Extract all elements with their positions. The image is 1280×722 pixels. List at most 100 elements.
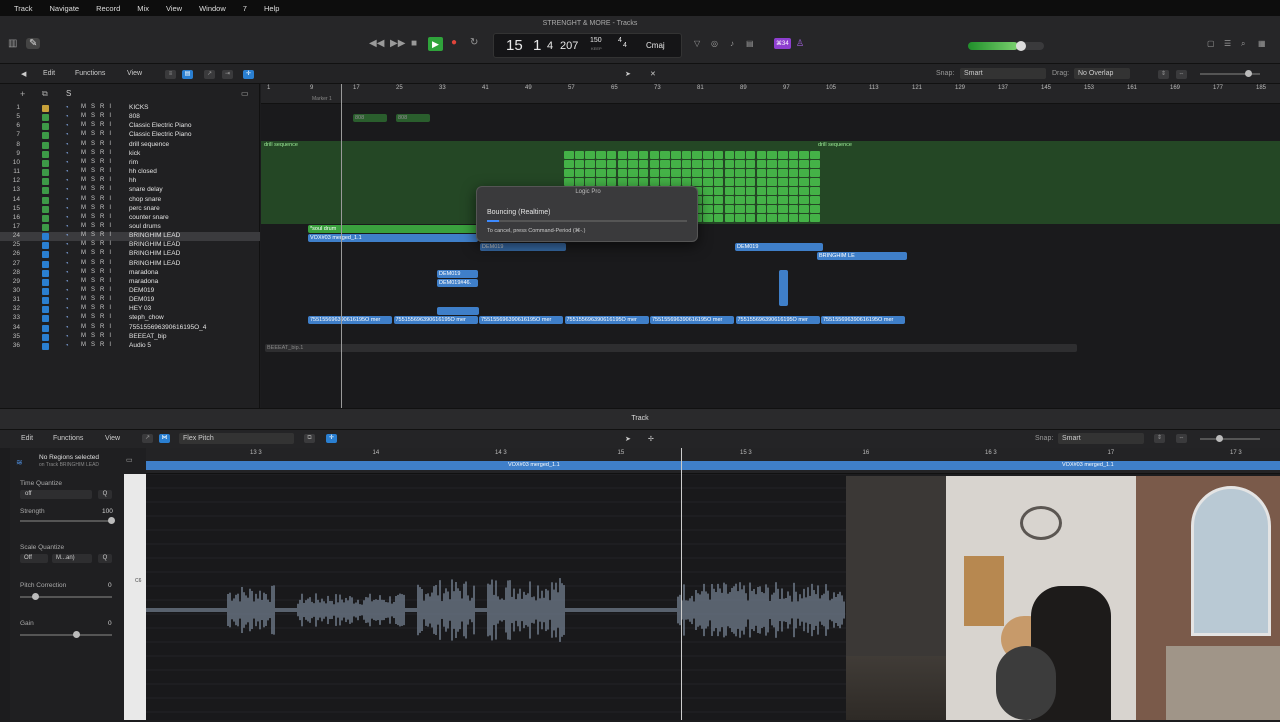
drill-pattern-cell[interactable] [756, 196, 767, 204]
drill-pattern-cell[interactable] [799, 151, 809, 159]
drill-pattern-cell[interactable] [703, 187, 713, 195]
drill-pattern-cell[interactable] [596, 169, 606, 177]
drill-pattern-cell[interactable] [745, 214, 756, 222]
track-name[interactable]: KICKS [129, 104, 149, 111]
drill-pattern-cell[interactable] [660, 178, 670, 186]
global-solo-icon[interactable]: S [66, 89, 71, 98]
flex-pitch-editor[interactable] [145, 448, 846, 720]
drill-pattern-cell[interactable] [788, 205, 799, 213]
region-steph-chow[interactable]: 755155696390616195O mer [479, 316, 563, 324]
region-808-a[interactable]: 808 [353, 114, 387, 122]
input-monitor-icon[interactable]: ◔ [65, 206, 71, 213]
track-name[interactable]: BRINGHIM LEAD [129, 232, 180, 239]
tuner-icon[interactable]: ♪ [730, 39, 734, 48]
region-vox-merged[interactable]: VOX#03 merged_1.1 [308, 234, 478, 242]
cycle-icon[interactable]: ↻ [470, 37, 478, 48]
drill-pattern-cell[interactable] [596, 160, 606, 168]
drill-pattern-cell[interactable] [810, 160, 820, 168]
input-monitor-icon[interactable]: ◔ [65, 187, 71, 194]
drill-pattern-cell[interactable] [767, 205, 777, 213]
track-msri-buttons[interactable]: MSRI [81, 168, 116, 174]
rewind-icon[interactable]: ◀◀ [369, 38, 384, 49]
drill-pattern-cell[interactable] [649, 178, 660, 186]
input-monitor-icon[interactable]: ◔ [65, 215, 71, 222]
autopunch-icon[interactable]: ◎ [711, 39, 718, 48]
drill-pattern-cell[interactable] [628, 160, 638, 168]
drill-pattern-cell[interactable] [660, 160, 670, 168]
region-steph-chow[interactable]: 755155696390616195O mer [821, 316, 905, 324]
input-monitor-icon[interactable]: ◔ [65, 242, 71, 249]
marker-label[interactable]: Marker 1 [312, 96, 332, 102]
drill-pattern-cell[interactable] [799, 160, 809, 168]
zoom-slider[interactable] [1200, 70, 1260, 77]
track-row[interactable]: 34 ◔ MSRI 755155696390616195O_4 [0, 324, 260, 333]
drill-pattern-cell[interactable] [628, 169, 638, 177]
drill-pattern-cell[interactable] [585, 169, 595, 177]
editor-zoom-slider[interactable] [1200, 435, 1260, 442]
drill-pattern-cell[interactable] [724, 151, 734, 159]
drill-pattern-cell[interactable] [735, 196, 745, 204]
count-in-button[interactable]: ⌘34 [774, 38, 791, 49]
list-editors-icon[interactable]: ▢ [1207, 39, 1215, 48]
region-hey03[interactable] [437, 307, 479, 315]
editor-edit-menu[interactable]: Edit [21, 435, 33, 442]
editor-playhead[interactable] [681, 448, 682, 720]
drill-pattern-cell[interactable] [724, 169, 734, 177]
menu-view[interactable]: View [166, 4, 182, 13]
track-row[interactable]: 31 ◔ MSRI DEM019 [0, 296, 260, 305]
drill-pattern-cell[interactable] [638, 178, 649, 186]
drill-pattern-cell[interactable] [745, 187, 756, 195]
drill-pattern-cell[interactable] [810, 151, 820, 159]
drill-pattern-cell[interactable] [671, 169, 681, 177]
drill-pattern-cell[interactable] [735, 160, 745, 168]
inspector-toggle-icon[interactable]: ▭ [126, 456, 133, 464]
pointer-tool-icon[interactable]: ➤ [625, 70, 631, 78]
drill-pattern-cell[interactable] [788, 169, 799, 177]
track-name[interactable]: steph_chow [129, 314, 164, 321]
input-monitor-icon[interactable]: ◔ [65, 315, 71, 322]
drill-pattern-cell[interactable] [767, 160, 777, 168]
replace-icon[interactable]: ▽ [694, 39, 700, 48]
track-name[interactable]: DEM019 [129, 287, 154, 294]
drill-pattern-cell[interactable] [713, 205, 724, 213]
track-msri-buttons[interactable]: MSRI [81, 159, 116, 165]
drill-pattern-cell[interactable] [703, 151, 713, 159]
drill-pattern-cell[interactable] [767, 169, 777, 177]
drill-pattern-cell[interactable] [810, 178, 820, 186]
track-msri-buttons[interactable]: MSRI [81, 104, 116, 110]
input-monitor-icon[interactable]: ◔ [65, 105, 71, 112]
drill-pattern-cell[interactable] [735, 214, 745, 222]
drill-pattern-cell[interactable] [745, 169, 756, 177]
drill-pattern-cell[interactable] [767, 214, 777, 222]
region-dem019[interactable]: DEM019 [437, 270, 478, 278]
input-monitor-icon[interactable]: ◔ [65, 270, 71, 277]
input-monitor-icon[interactable]: ◔ [65, 261, 71, 268]
track-name[interactable]: 808 [129, 113, 140, 120]
drill-pattern-cell[interactable] [713, 178, 724, 186]
track-name[interactable]: drill sequence [129, 141, 169, 148]
track-row[interactable]: 1 ◔ MSRI KICKS [0, 104, 260, 113]
input-monitor-icon[interactable]: ◔ [65, 288, 71, 295]
track-row[interactable]: 16 ◔ MSRI counter snare [0, 214, 260, 223]
tracks-view-menu[interactable]: View [127, 70, 142, 77]
drill-pattern-cell[interactable] [778, 205, 788, 213]
drill-pattern-cell[interactable] [574, 160, 585, 168]
drill-pattern-cell[interactable] [724, 205, 734, 213]
editor-zoom-v-icon[interactable]: ⇕ [1154, 434, 1165, 443]
drill-pattern-cell[interactable] [692, 178, 702, 186]
input-monitor-icon[interactable]: ◔ [65, 306, 71, 313]
track-row[interactable]: 7 ◔ MSRI Classic Electric Piano [0, 131, 260, 140]
drill-pattern-cell[interactable] [756, 178, 767, 186]
drill-pattern-cell[interactable] [778, 160, 788, 168]
region-steph-chow[interactable]: 755155696390616195O mer [564, 316, 649, 324]
track-msri-buttons[interactable]: MSRI [81, 342, 116, 348]
track-name[interactable]: maradona [129, 278, 158, 285]
menu-7[interactable]: 7 [243, 4, 247, 13]
track-name[interactable]: rim [129, 159, 138, 166]
strength-slider[interactable] [20, 517, 115, 524]
track-msri-buttons[interactable]: MSRI [81, 287, 116, 293]
track-name[interactable]: HEY 03 [129, 305, 151, 312]
drill-pattern-cell[interactable] [628, 178, 638, 186]
track-msri-buttons[interactable]: MSRI [81, 214, 116, 220]
input-monitor-icon[interactable]: ◔ [65, 251, 71, 258]
